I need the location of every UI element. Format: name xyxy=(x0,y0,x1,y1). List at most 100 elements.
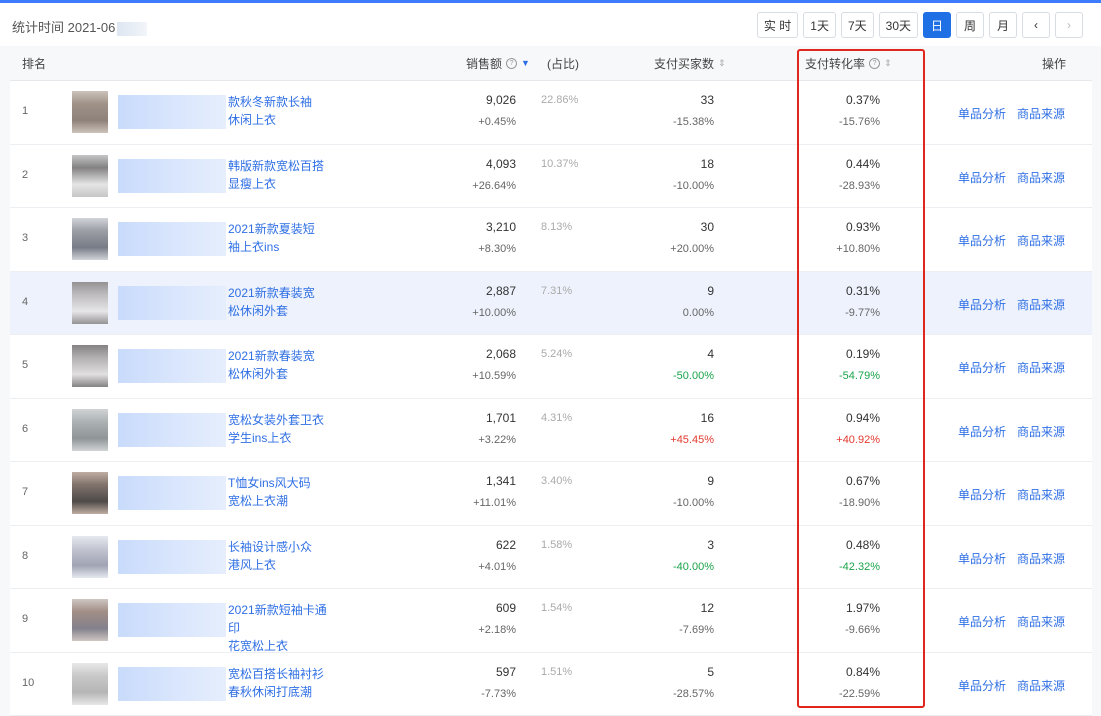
sales-cell: 1,701 +3.22% xyxy=(430,407,516,451)
sales-value: 609 xyxy=(496,601,516,615)
table-row[interactable]: 2 韩版新款宽松百搭 显瘦上衣 4,093 +26.64% 10.37% 18 … xyxy=(10,145,1092,209)
buyers-change: -7.69% xyxy=(630,619,714,641)
buyers-cell: 9 0.00% xyxy=(630,280,714,324)
item-analysis-link[interactable]: 单品分析 xyxy=(958,105,1006,122)
product-thumbnail[interactable] xyxy=(72,536,108,578)
blurred-title xyxy=(118,222,226,256)
product-thumbnail[interactable] xyxy=(72,409,108,451)
product-title-link[interactable]: 长袖设计感小众 港风上衣 xyxy=(228,538,338,574)
buyers-change: +20.00% xyxy=(630,238,714,260)
item-analysis-link[interactable]: 单品分析 xyxy=(958,232,1006,249)
buyers-value: 9 xyxy=(707,474,714,488)
sales-value: 2,887 xyxy=(486,284,516,298)
sales-value: 597 xyxy=(496,665,516,679)
range-7day-button[interactable]: 7天 xyxy=(841,12,874,38)
table-header: 排名 销售额 ? ▼ (占比) 支付买家数 ⇕ 支付转化率 ? ⇕ 操作 xyxy=(10,46,1092,81)
product-title-link[interactable]: 2021新款夏装短 袖上衣ins xyxy=(228,220,338,256)
conversion-value: 0.19% xyxy=(846,347,880,361)
buyers-change: -15.38% xyxy=(630,111,714,133)
item-analysis-link[interactable]: 单品分析 xyxy=(958,359,1006,376)
item-source-link[interactable]: 商品来源 xyxy=(1017,296,1065,313)
range-30day-button[interactable]: 30天 xyxy=(879,12,918,38)
range-day-button[interactable]: 日 xyxy=(923,12,951,38)
item-source-link[interactable]: 商品来源 xyxy=(1017,105,1065,122)
column-conversion[interactable]: 支付转化率 ? ⇕ xyxy=(805,55,892,72)
product-title-line2: 松休闲外套 xyxy=(228,365,338,383)
product-thumbnail[interactable] xyxy=(72,472,108,514)
product-title-link[interactable]: 2021新款春装宽 松休闲外套 xyxy=(228,284,338,320)
item-analysis-link[interactable]: 单品分析 xyxy=(958,486,1006,503)
product-title-link[interactable]: 韩版新款宽松百搭 显瘦上衣 xyxy=(228,157,338,193)
item-analysis-link[interactable]: 单品分析 xyxy=(958,296,1006,313)
next-period-button[interactable]: › xyxy=(1055,12,1083,38)
item-analysis-link[interactable]: 单品分析 xyxy=(958,423,1006,440)
table-row[interactable]: 1 款秋冬新款长袖 休闲上衣 9,026 +0.45% 22.86% 33 -1… xyxy=(10,81,1092,145)
sales-change: +2.18% xyxy=(430,619,516,641)
item-source-link[interactable]: 商品来源 xyxy=(1017,359,1065,376)
item-source-link[interactable]: 商品来源 xyxy=(1017,169,1065,186)
prev-period-button[interactable]: ‹ xyxy=(1022,12,1050,38)
table-row[interactable]: 9 2021新款短袖卡通印 花宽松上衣 609 +2.18% 1.54% 12 … xyxy=(10,589,1092,653)
buyers-cell: 12 -7.69% xyxy=(630,597,714,641)
buyers-value: 3 xyxy=(707,538,714,552)
table-row[interactable]: 7 T恤女ins风大码 宽松上衣潮 1,341 +11.01% 3.40% 9 … xyxy=(10,462,1092,526)
range-realtime-button[interactable]: 实 时 xyxy=(757,12,798,38)
product-title-line1: 2021新款夏装短 xyxy=(228,220,338,238)
sales-cell: 609 +2.18% xyxy=(430,597,516,641)
conversion-change: -9.66% xyxy=(800,619,880,641)
sales-cell: 1,341 +11.01% xyxy=(430,470,516,514)
item-source-link[interactable]: 商品来源 xyxy=(1017,232,1065,249)
column-buyers[interactable]: 支付买家数 ⇕ xyxy=(654,55,726,72)
product-thumbnail[interactable] xyxy=(72,282,108,324)
product-title-link[interactable]: 款秋冬新款长袖 休闲上衣 xyxy=(228,93,338,129)
sales-change: +0.45% xyxy=(430,111,516,133)
product-thumbnail[interactable] xyxy=(72,663,108,705)
item-source-link[interactable]: 商品来源 xyxy=(1017,423,1065,440)
product-thumbnail[interactable] xyxy=(72,218,108,260)
item-analysis-link[interactable]: 单品分析 xyxy=(958,550,1006,567)
range-week-button[interactable]: 周 xyxy=(956,12,984,38)
product-title-link[interactable]: 2021新款短袖卡通印 花宽松上衣 xyxy=(228,601,338,655)
product-thumbnail[interactable] xyxy=(72,155,108,197)
product-title-line1: 2021新款春装宽 xyxy=(228,347,338,365)
product-ranking-table: 排名 销售额 ? ▼ (占比) 支付买家数 ⇕ 支付转化率 ? ⇕ 操作 1 款… xyxy=(10,46,1092,716)
column-sales-label: 销售额 xyxy=(466,55,502,72)
product-thumbnail[interactable] xyxy=(72,345,108,387)
table-row[interactable]: 10 宽松百搭长袖衬衫 春秋休闲打底潮 597 -7.73% 1.51% 5 -… xyxy=(10,653,1092,716)
column-sales[interactable]: 销售额 ? ▼ xyxy=(466,55,530,72)
item-source-link[interactable]: 商品来源 xyxy=(1017,677,1065,694)
blurred-title xyxy=(118,95,226,129)
help-icon[interactable]: ? xyxy=(506,58,517,69)
product-title-link[interactable]: 宽松百搭长袖衬衫 春秋休闲打底潮 xyxy=(228,665,338,701)
product-title-link[interactable]: 宽松女装外套卫衣 学生ins上衣 xyxy=(228,411,338,447)
buyers-value: 16 xyxy=(701,411,714,425)
table-row[interactable]: 6 宽松女装外套卫衣 学生ins上衣 1,701 +3.22% 4.31% 16… xyxy=(10,399,1092,463)
help-icon[interactable]: ? xyxy=(869,58,880,69)
table-row[interactable]: 8 长袖设计感小众 港风上衣 622 +4.01% 1.58% 3 -40.00… xyxy=(10,526,1092,590)
item-source-link[interactable]: 商品来源 xyxy=(1017,550,1065,567)
product-title-link[interactable]: T恤女ins风大码 宽松上衣潮 xyxy=(228,474,338,510)
sort-icon[interactable]: ⇕ xyxy=(884,59,892,68)
product-title-line1: 韩版新款宽松百搭 xyxy=(228,157,338,175)
rank-number: 5 xyxy=(22,359,28,371)
buyers-value: 4 xyxy=(707,347,714,361)
blurred-title xyxy=(118,413,226,447)
sort-icon[interactable]: ⇕ xyxy=(718,59,726,68)
table-row[interactable]: 3 2021新款夏装短 袖上衣ins 3,210 +8.30% 8.13% 30… xyxy=(10,208,1092,272)
range-month-button[interactable]: 月 xyxy=(989,12,1017,38)
sales-cell: 9,026 +0.45% xyxy=(430,89,516,133)
item-source-link[interactable]: 商品来源 xyxy=(1017,613,1065,630)
table-row[interactable]: 5 2021新款春装宽 松休闲外套 2,068 +10.59% 5.24% 4 … xyxy=(10,335,1092,399)
item-source-link[interactable]: 商品来源 xyxy=(1017,486,1065,503)
product-thumbnail[interactable] xyxy=(72,91,108,133)
sales-share: 1.58% xyxy=(541,539,572,551)
range-1day-button[interactable]: 1天 xyxy=(803,12,836,38)
product-title-link[interactable]: 2021新款春装宽 松休闲外套 xyxy=(228,347,338,383)
product-thumbnail[interactable] xyxy=(72,599,108,641)
item-analysis-link[interactable]: 单品分析 xyxy=(958,677,1006,694)
item-analysis-link[interactable]: 单品分析 xyxy=(958,613,1006,630)
item-analysis-link[interactable]: 单品分析 xyxy=(958,169,1006,186)
column-action: 操作 xyxy=(1042,55,1066,72)
table-row[interactable]: 4 2021新款春装宽 松休闲外套 2,887 +10.00% 7.31% 9 … xyxy=(10,272,1092,336)
sort-desc-icon[interactable]: ▼ xyxy=(521,59,530,68)
